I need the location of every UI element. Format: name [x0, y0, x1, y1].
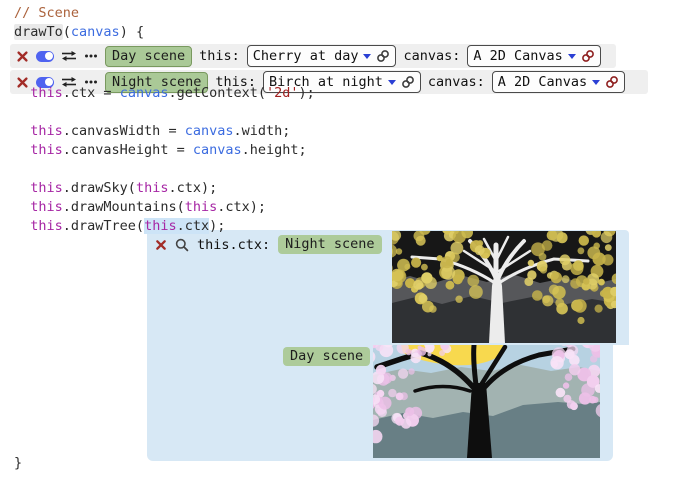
canvas-value-dropdown[interactable]: A 2D Canvas	[467, 45, 600, 67]
caret-down-icon	[592, 80, 600, 85]
probe-panel-night: this.ctx: Night scene	[147, 230, 629, 345]
toggle-on-icon[interactable]	[36, 51, 54, 62]
live-code-editor: // ScenedrawTo(canvas) { Day scene this:…	[0, 0, 675, 486]
probe-result-badge-day: Day scene	[283, 347, 370, 366]
close-icon[interactable]	[16, 50, 29, 63]
probe-panel-day: Day scene	[147, 345, 613, 461]
this-value-text: Cherry at day	[253, 48, 359, 64]
caret-down-icon	[363, 54, 371, 59]
code-block-body: this.ctx = canvas.getContext('2d'); this…	[14, 84, 315, 236]
canvas-param-label: canvas:	[428, 74, 485, 90]
this-param-label: this:	[199, 48, 240, 64]
link-icon[interactable]	[376, 49, 390, 63]
swap-arrows-icon[interactable]	[61, 50, 77, 62]
search-icon[interactable]	[175, 238, 189, 252]
toggle-knob	[45, 52, 53, 60]
probe-result-badge-night: Night scene	[278, 235, 381, 254]
example-name-badge[interactable]: Day scene	[105, 46, 192, 67]
more-options-icon[interactable]	[84, 53, 98, 59]
caret-down-icon	[388, 80, 396, 85]
link-icon[interactable]	[605, 75, 619, 89]
canvas-value-text: A 2D Canvas	[498, 74, 587, 90]
link-icon[interactable]	[401, 75, 415, 89]
probe-expression: this.ctx:	[197, 237, 270, 253]
this-value-dropdown[interactable]: Cherry at day	[247, 45, 397, 67]
canvas-param-label: canvas:	[403, 48, 460, 64]
close-icon[interactable]	[155, 239, 167, 251]
canvas-value-dropdown[interactable]: A 2D Canvas	[492, 71, 625, 93]
link-icon[interactable]	[581, 49, 595, 63]
day-scene-canvas	[373, 345, 600, 458]
code-block-closing: }	[14, 454, 22, 473]
code-block-top: // ScenedrawTo(canvas) {	[14, 4, 144, 42]
caret-down-icon	[568, 54, 576, 59]
night-scene-canvas	[392, 231, 616, 343]
canvas-value-text: A 2D Canvas	[473, 48, 562, 64]
example-row-day: Day scene this: Cherry at day canvas: A …	[10, 44, 616, 68]
